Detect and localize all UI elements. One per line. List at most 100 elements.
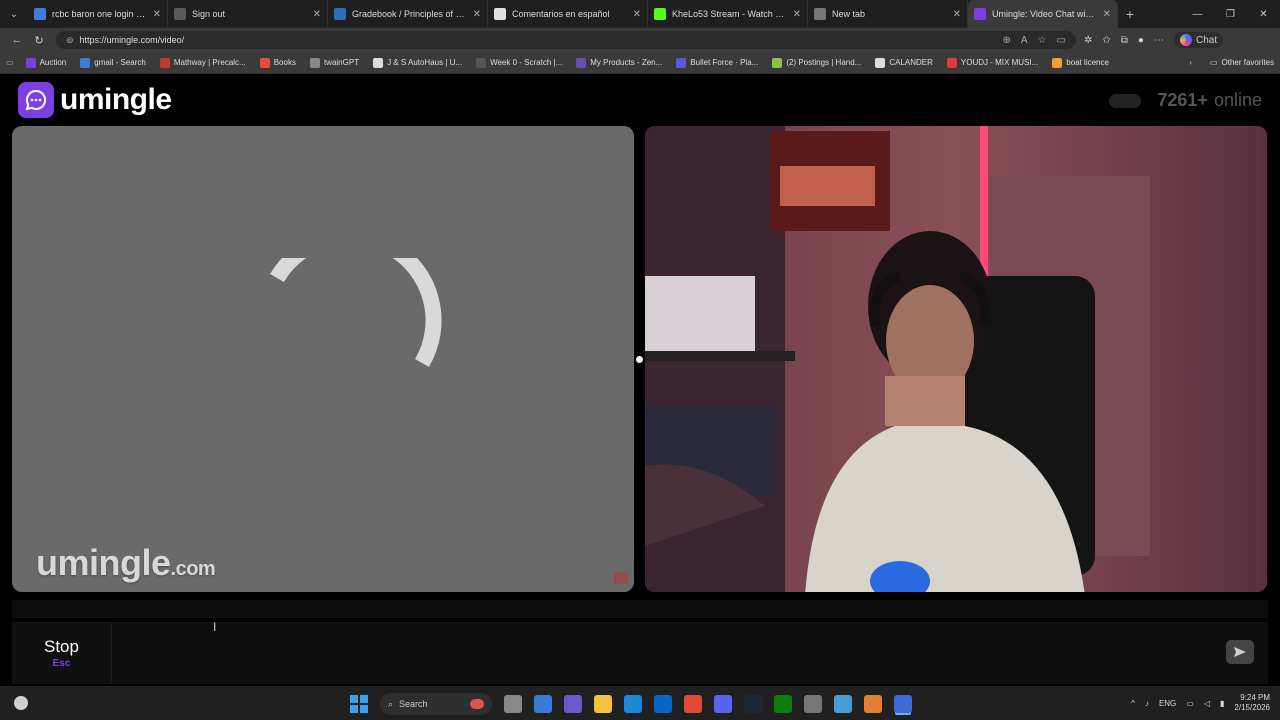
taskbar-search[interactable]: ⌕ Search — [380, 693, 492, 715]
close-tab-icon[interactable]: ✕ — [793, 9, 801, 20]
close-tab-icon[interactable]: ✕ — [953, 9, 961, 20]
battery-icon[interactable]: ▮ — [1220, 699, 1224, 708]
watermark-main: umingle — [36, 542, 171, 583]
stranger-video: umingle.com — [12, 126, 634, 592]
task-view-icon[interactable] — [504, 695, 522, 713]
collections-icon[interactable]: ⧉ — [1121, 35, 1128, 46]
close-tab-icon[interactable]: ✕ — [153, 9, 161, 20]
bookmarks-overflow-icon[interactable]: › — [1189, 58, 1192, 67]
bookmark-item[interactable]: (2) Postings | Hand... — [772, 57, 861, 68]
copilot-chat-button[interactable]: Chat — [1173, 32, 1224, 48]
bookmark-label: CALANDER — [889, 58, 933, 67]
bookmark-item[interactable]: J & S AutoHaus | U... — [373, 57, 463, 68]
browser-tab[interactable]: rcbc baron one login - Search ✕ — [28, 0, 168, 28]
browser-tab[interactable]: New tab ✕ — [808, 0, 968, 28]
message-input[interactable] — [112, 622, 1226, 684]
refresh-icon[interactable]: ↻ — [28, 34, 50, 47]
clock[interactable]: 9:24 PM 2/15/2026 — [1234, 693, 1270, 713]
bookmark-favicon-icon — [80, 57, 91, 68]
copilot-app-icon[interactable] — [564, 695, 582, 713]
settings-gear-icon[interactable] — [804, 695, 822, 713]
browser-tab[interactable]: KheLo53 Stream - Watch Live on K... ✕ — [648, 0, 808, 28]
minimize-icon[interactable]: — — [1181, 9, 1214, 20]
browser-tab[interactable]: Comentarios en español ✕ — [488, 0, 648, 28]
network-icon[interactable]: ▭ — [1186, 699, 1194, 708]
discord-icon[interactable] — [714, 695, 732, 713]
widgets-icon[interactable] — [14, 696, 28, 710]
restore-icon[interactable]: ❐ — [1214, 9, 1247, 20]
bookmark-item[interactable]: gmail - Search — [80, 57, 146, 68]
browser-toolbar: ← ↻ ⊚ https://umingle.com/video/ ⊕ A ☆ ▭… — [0, 28, 1280, 52]
bookmark-label: J & S AutoHaus | U... — [387, 58, 463, 67]
close-window-icon[interactable]: ✕ — [1247, 9, 1280, 20]
split-screen-icon[interactable]: ▭ — [1057, 35, 1066, 46]
send-button[interactable] — [1226, 640, 1254, 664]
outlook-icon[interactable] — [654, 695, 672, 713]
active-browser-icon[interactable] — [894, 695, 912, 713]
bookmark-item[interactable]: My Products - Zen... — [576, 57, 663, 68]
close-tab-icon[interactable]: ✕ — [473, 9, 481, 20]
volume-icon[interactable]: ◁ — [1204, 699, 1210, 708]
bookmark-item[interactable]: Auction — [25, 57, 66, 68]
bookmark-label: YOUDJ - MIX MUSI... — [960, 58, 1039, 67]
chat-controls: Stop Esc — [12, 622, 1268, 684]
tray-overflow-chevron-icon[interactable]: ^ — [1131, 699, 1135, 708]
stop-shortcut: Esc — [52, 658, 71, 669]
tab-list: rcbc baron one login - Search✕Sign out✕G… — [28, 0, 1118, 28]
theme-toggle[interactable] — [1109, 93, 1142, 108]
steam-icon[interactable] — [744, 695, 762, 713]
bookmark-item[interactable]: CALANDER — [875, 57, 933, 68]
loading-spinner-icon — [270, 258, 442, 368]
start-windows-icon[interactable] — [350, 695, 368, 713]
site-logo[interactable]: umingle — [18, 82, 172, 118]
file-explorer-icon[interactable] — [594, 695, 612, 713]
close-tab-icon[interactable]: ✕ — [633, 9, 641, 20]
other-favorites[interactable]: ▭ Other favorites — [1210, 58, 1274, 67]
profile-avatar-icon[interactable]: ● — [1138, 35, 1144, 46]
browser-tab[interactable]: Umingle: Video Chat with St... ✕ — [968, 0, 1118, 28]
bookmark-item[interactable]: Mathway | Precalc... — [159, 57, 246, 68]
read-aloud-icon[interactable]: A — [1021, 35, 1028, 46]
xbox-icon[interactable] — [774, 695, 792, 713]
favorite-star-icon[interactable]: ☆ — [1038, 35, 1047, 46]
tab-favicon-icon — [814, 8, 826, 20]
tab-favicon-icon — [34, 8, 46, 20]
bookmark-label: Mathway | Precalc... — [173, 58, 246, 67]
site-info-icon[interactable]: ⊚ — [66, 35, 74, 46]
copilot-icon — [1179, 34, 1192, 46]
close-tab-icon[interactable]: ✕ — [313, 9, 321, 20]
zoom-icon[interactable]: ⊕ — [1003, 35, 1011, 46]
bookmark-item[interactable]: Week 0 - Scratch |... — [476, 57, 562, 68]
address-bar[interactable]: ⊚ https://umingle.com/video/ ⊕ A ☆ ▭ — [56, 31, 1076, 49]
bookmark-item[interactable]: Bullet Force · Pla... — [676, 57, 758, 68]
extensions-icon[interactable]: ✲ — [1084, 35, 1092, 46]
bookmark-label: My Products - Zen... — [590, 58, 663, 67]
sidebar-toggle-icon[interactable]: ▭ — [6, 58, 14, 67]
tab-favicon-icon — [974, 8, 986, 20]
bookmark-item[interactable]: YOUDJ - MIX MUSI... — [946, 57, 1039, 68]
close-tab-icon[interactable]: ✕ — [1103, 9, 1111, 20]
back-icon[interactable]: ← — [6, 34, 28, 46]
tab-title: Sign out — [192, 9, 226, 19]
bookmark-item[interactable]: Books — [259, 57, 296, 68]
language-indicator[interactable]: ENG — [1159, 699, 1176, 708]
store-icon[interactable] — [534, 695, 552, 713]
notepad-icon[interactable] — [834, 695, 852, 713]
blender-icon[interactable] — [864, 695, 882, 713]
chrome-icon[interactable] — [684, 695, 702, 713]
bookmark-item[interactable]: boat licence — [1052, 57, 1109, 68]
microphone-icon[interactable]: ♪ — [1145, 699, 1149, 708]
edge-icon[interactable] — [624, 695, 642, 713]
new-tab-button[interactable]: + — [1118, 6, 1142, 22]
logo-wordmark: umingle — [60, 83, 172, 116]
browser-tab[interactable]: Gradebook / Principles of Sociolo... ✕ — [328, 0, 488, 28]
tab-menu-chevron-icon[interactable]: ⌄ — [0, 0, 28, 28]
bookmark-favicon-icon — [159, 57, 170, 68]
bookmark-item[interactable]: twainGPT — [309, 57, 359, 68]
stop-button[interactable]: Stop Esc — [12, 622, 112, 684]
report-flag-icon[interactable] — [614, 572, 628, 584]
browser-tab[interactable]: Sign out ✕ — [168, 0, 328, 28]
taskbar-search-label: Search — [399, 699, 428, 709]
more-menu-icon[interactable]: ⋯ — [1154, 35, 1164, 46]
favorites-icon[interactable]: ✩ — [1102, 35, 1110, 46]
